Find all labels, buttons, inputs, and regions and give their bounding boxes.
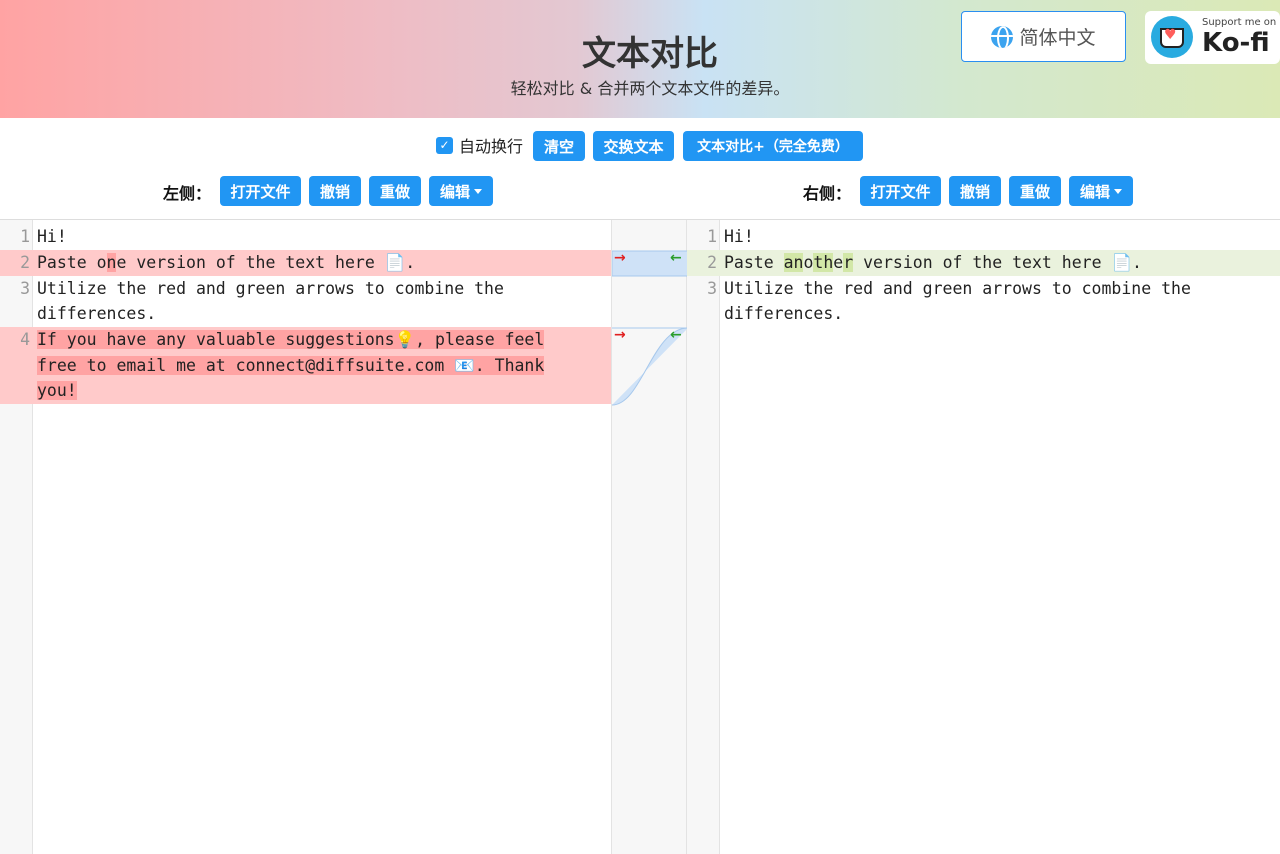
diff-editors: 1 Hi! 2 Paste one version of the text he…: [0, 219, 1280, 854]
right-redo-button[interactable]: 重做: [1009, 176, 1061, 206]
left-undo-button[interactable]: 撤销: [309, 176, 361, 206]
text-segment: e: [833, 253, 844, 272]
left-side-label: 左侧：: [163, 184, 212, 203]
line-number: 2: [707, 253, 717, 272]
text-segment: version of the text here 📄.: [853, 253, 1142, 272]
deleted-char: n: [106, 253, 117, 272]
inserted-text: an: [783, 253, 804, 272]
line-text: Utilize the red and green arrows to comb…: [37, 279, 504, 298]
deleted-text: free to email me at connect@diffsuite.co…: [37, 355, 545, 375]
line-text-c: you!: [37, 378, 77, 404]
line-number: 3: [707, 279, 717, 298]
right-edit-label: 编辑: [1079, 182, 1110, 201]
left-edit-label: 编辑: [439, 182, 470, 201]
swap-text-button[interactable]: 交换文本: [593, 131, 674, 161]
line-text: Hi!: [37, 227, 67, 246]
left-edit-dropdown[interactable]: 编辑: [429, 176, 493, 206]
right-open-file-button[interactable]: 打开文件: [860, 176, 941, 206]
left-gutter: [0, 220, 33, 854]
right-edit-dropdown[interactable]: 编辑: [1069, 176, 1133, 206]
line-text-b: free to email me at connect@diffsuite.co…: [37, 353, 545, 379]
word-wrap-toggle[interactable]: ✓ 自动换行: [436, 133, 523, 157]
merge-right-arrow-icon[interactable]: →: [614, 250, 626, 266]
kofi-cup-icon: [1151, 16, 1193, 58]
kofi-button[interactable]: Support me on Ko-fi: [1145, 11, 1280, 64]
left-redo-button[interactable]: 重做: [369, 176, 421, 206]
right-editor[interactable]: 1 Hi! 2 Paste another version of the tex…: [687, 220, 1280, 854]
text-segment: e version of the text here 📄.: [116, 253, 416, 272]
merge-gutter: → ← → ←: [611, 220, 688, 854]
diff-connector: [612, 250, 688, 406]
line-number: 2: [20, 253, 30, 272]
merge-right-arrow-icon[interactable]: →: [614, 327, 626, 343]
kofi-logo-text: Ko-fi: [1202, 28, 1270, 58]
right-gutter: [687, 220, 720, 854]
diff-plus-button[interactable]: 文本对比+（完全免费）: [683, 131, 863, 161]
left-line-2[interactable]: 2 Paste one version of the text here 📄.: [0, 250, 611, 276]
globe-icon: [991, 25, 1014, 48]
line-text: differences.: [724, 304, 844, 323]
merge-left-arrow-icon[interactable]: ←: [670, 250, 682, 266]
left-open-file-button[interactable]: 打开文件: [220, 176, 301, 206]
left-editor[interactable]: 1 Hi! 2 Paste one version of the text he…: [0, 220, 611, 854]
right-side-label: 右侧：: [803, 184, 852, 203]
line-text-a: If you have any valuable suggestions💡, p…: [37, 327, 545, 353]
line-number: 3: [20, 279, 30, 298]
line-text: differences.: [37, 304, 157, 323]
text-segment: Paste: [724, 253, 784, 272]
inserted-text: r: [843, 253, 854, 272]
left-line-4[interactable]: 4 If you have any valuable suggestions💡,…: [0, 327, 611, 404]
clear-button[interactable]: 清空: [533, 131, 585, 161]
deleted-text: If you have any valuable suggestions💡, p…: [37, 330, 545, 349]
merge-left-arrow-icon[interactable]: ←: [670, 327, 682, 343]
line-text: Hi!: [724, 227, 754, 246]
page-subtitle: 轻松对比 & 合并两个文本文件的差异。: [510, 79, 790, 98]
text-segment: Paste o: [37, 253, 107, 272]
line-text: Paste another version of the text here 📄…: [724, 250, 1142, 276]
right-undo-button[interactable]: 撤销: [949, 176, 1001, 206]
right-line-2[interactable]: 2 Paste another version of the text here…: [687, 250, 1280, 276]
line-number: 4: [20, 330, 30, 349]
text-segment: o: [803, 253, 814, 272]
check-icon[interactable]: ✓: [436, 136, 453, 154]
line-number: 1: [20, 227, 30, 246]
line-text: Paste one version of the text here 📄.: [37, 250, 415, 276]
deleted-text: you!: [37, 381, 77, 400]
language-label: 简体中文: [1019, 27, 1096, 49]
page-header: 文本对比 轻松对比 & 合并两个文本文件的差异。 简体中文 Support me…: [0, 0, 1280, 118]
line-text: Utilize the red and green arrows to comb…: [724, 279, 1191, 298]
kofi-small-text: Support me on: [1202, 17, 1277, 28]
word-wrap-label: 自动换行: [459, 137, 524, 156]
language-button[interactable]: 简体中文: [961, 11, 1126, 62]
line-number: 1: [707, 227, 717, 246]
inserted-text: th: [813, 253, 834, 272]
